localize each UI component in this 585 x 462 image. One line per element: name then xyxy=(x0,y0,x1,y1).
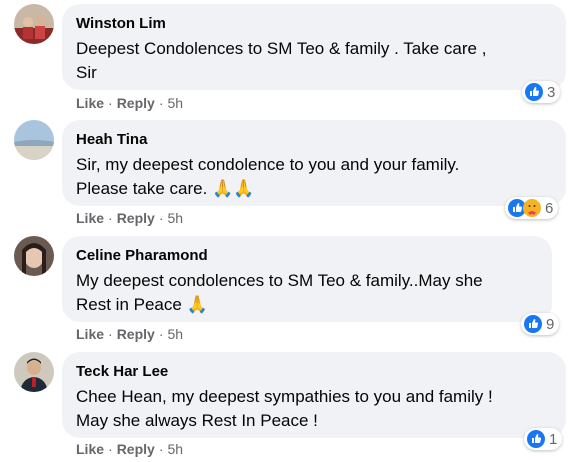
like-icon xyxy=(524,315,542,333)
comment-actions: Like · Reply · 5h xyxy=(76,210,183,226)
like-link[interactable]: Like xyxy=(76,95,104,111)
comment-actions: Like · Reply · 5h xyxy=(76,441,183,457)
avatar[interactable] xyxy=(14,236,54,276)
like-link[interactable]: Like xyxy=(76,326,104,342)
separator: · xyxy=(158,326,164,342)
reaction-summary[interactable]: 6 xyxy=(505,197,559,219)
reply-link[interactable]: Reply xyxy=(117,95,155,111)
care-icon xyxy=(523,199,541,217)
commenter-name[interactable]: Heah Tina xyxy=(76,130,552,149)
comment-actions: Like · Reply · 5h xyxy=(76,326,183,342)
comment-actions: Like · Reply · 5h xyxy=(76,95,183,111)
like-link[interactable]: Like xyxy=(76,210,104,226)
comment-bubble: Winston Lim Deepest Condolences to SM Te… xyxy=(62,4,566,90)
separator: · xyxy=(158,441,164,457)
reaction-count: 1 xyxy=(549,430,558,448)
comment-text: Chee Hean, my deepest sympathies to you … xyxy=(76,387,493,430)
separator: · xyxy=(158,95,164,111)
avatar[interactable] xyxy=(14,352,54,392)
timestamp[interactable]: 5h xyxy=(167,210,183,226)
separator: · xyxy=(108,441,113,457)
avatar[interactable] xyxy=(14,4,54,44)
reaction-count: 3 xyxy=(547,83,556,101)
separator: · xyxy=(108,210,113,226)
like-icon xyxy=(527,430,545,448)
reply-link[interactable]: Reply xyxy=(117,210,155,226)
separator: · xyxy=(108,95,113,111)
comment-text: Deepest Condolences to SM Teo & family .… xyxy=(76,39,487,82)
comment-text: My deepest condolences to SM Teo & famil… xyxy=(76,271,483,314)
reaction-count: 6 xyxy=(545,199,554,217)
timestamp[interactable]: 5h xyxy=(167,441,183,457)
separator: · xyxy=(158,210,164,226)
reply-link[interactable]: Reply xyxy=(117,326,155,342)
like-link[interactable]: Like xyxy=(76,441,104,457)
reaction-summary[interactable]: 1 xyxy=(524,428,563,450)
commenter-name[interactable]: Teck Har Lee xyxy=(76,362,552,381)
reaction-summary[interactable]: 3 xyxy=(522,81,561,103)
timestamp[interactable]: 5h xyxy=(167,95,183,111)
comment-bubble: Teck Har Lee Chee Hean, my deepest sympa… xyxy=(62,352,566,438)
commenter-name[interactable]: Winston Lim xyxy=(76,14,552,33)
reply-link[interactable]: Reply xyxy=(117,441,155,457)
like-icon xyxy=(525,83,543,101)
avatar[interactable] xyxy=(14,120,54,160)
comment-bubble: Heah Tina Sir, my deepest condolence to … xyxy=(62,120,566,206)
separator: · xyxy=(108,326,113,342)
reaction-summary[interactable]: 9 xyxy=(521,313,560,335)
timestamp[interactable]: 5h xyxy=(167,326,183,342)
reaction-count: 9 xyxy=(546,315,555,333)
commenter-name[interactable]: Celine Pharamond xyxy=(76,246,538,265)
comment-bubble: Celine Pharamond My deepest condolences … xyxy=(62,236,552,322)
comment-text: Sir, my deepest condolence to you and yo… xyxy=(76,155,460,198)
